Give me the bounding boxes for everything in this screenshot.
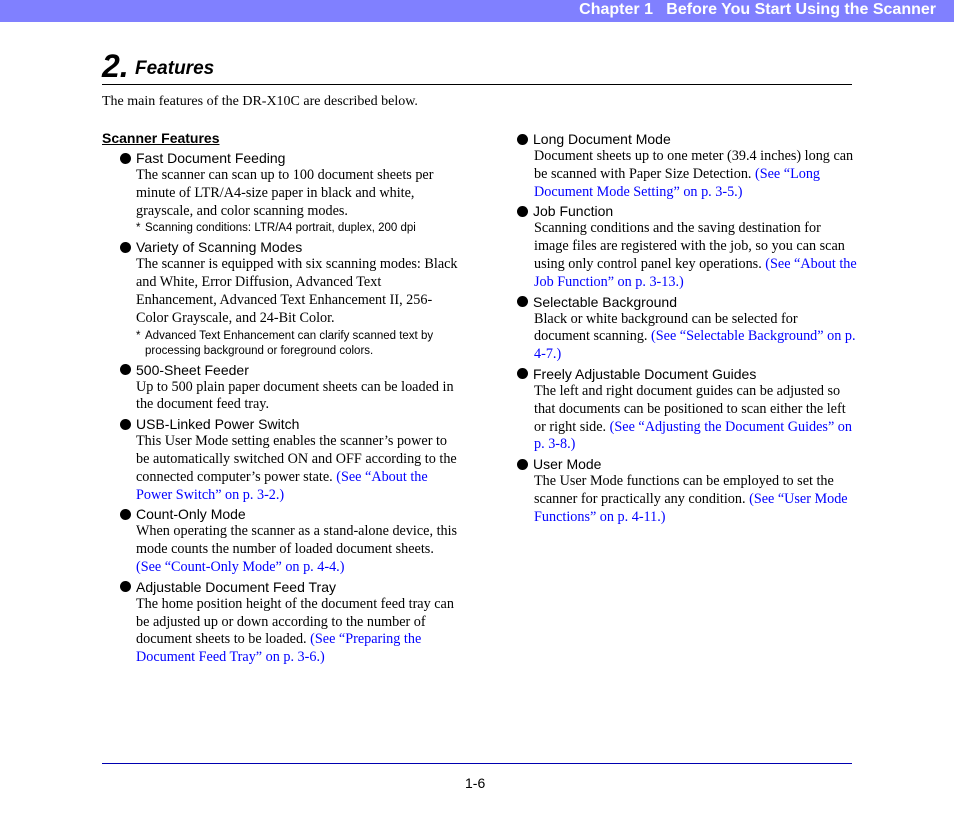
feature-description: Scanning conditions and the saving desti… xyxy=(517,220,857,291)
feature-description: When operating the scanner as a stand-al… xyxy=(102,523,462,576)
feature-heading: Selectable Background xyxy=(517,293,857,311)
feature-title: Selectable Background xyxy=(533,293,677,310)
feature-item: Fast Document Feeding The scanner can sca… xyxy=(102,149,462,236)
feature-item: Selectable Background Black or white back… xyxy=(517,293,857,364)
page-number: 1-6 xyxy=(465,775,486,791)
feature-heading: 500-Sheet Feeder xyxy=(102,361,462,379)
feature-note: * Scanning conditions: LTR/A4 portrait, d… xyxy=(102,221,462,236)
feature-item: USB-Linked Power Switch This User Mode se… xyxy=(102,415,462,504)
bullet-icon xyxy=(120,241,131,253)
feature-heading: USB-Linked Power Switch xyxy=(102,415,462,433)
feature-description: The home position height of the document… xyxy=(102,596,462,667)
feature-description: Up to 500 plain paper document sheets ca… xyxy=(102,379,462,415)
feature-title: Variety of Scanning Modes xyxy=(136,239,303,256)
feature-body-text: Up to 500 plain paper document sheets ca… xyxy=(136,378,454,413)
feature-heading: Variety of Scanning Modes xyxy=(102,238,462,256)
bullet-icon xyxy=(120,581,131,593)
feature-description: Document sheets up to one meter (39.4 in… xyxy=(517,148,857,201)
feature-description: The scanner can scan up to 100 document … xyxy=(102,167,462,220)
feature-description: The User Mode functions can be employed … xyxy=(517,473,857,526)
intro-text: The main features of the DR-X10C are des… xyxy=(102,94,418,109)
feature-title: 500-Sheet Feeder xyxy=(136,361,249,378)
feature-heading: Long Document Mode xyxy=(517,130,857,148)
bullet-icon xyxy=(120,508,131,520)
feature-body-text: When operating the scanner as a stand-al… xyxy=(136,523,458,558)
feature-description: The left and right document guides can b… xyxy=(517,383,857,454)
feature-item: Variety of Scanning Modes The scanner is … xyxy=(102,238,462,358)
feature-title: Fast Document Feeding xyxy=(136,150,286,166)
feature-title: USB-Linked Power Switch xyxy=(136,416,300,433)
feature-body-text: The scanner can scan up to 100 document … xyxy=(136,167,434,219)
feature-heading: Count-Only Mode xyxy=(102,505,462,523)
feature-item: Job Function Scanning conditions and the … xyxy=(517,202,857,291)
feature-title: Long Document Mode xyxy=(533,131,671,147)
bullet-icon xyxy=(120,364,131,376)
note-text: Advanced Text Enhancement can clarify sc… xyxy=(145,329,434,357)
feature-item: 500-Sheet Feeder Up to 500 plain paper do… xyxy=(102,361,462,415)
feature-note: * Advanced Text Enhancement can clarify s… xyxy=(102,329,462,359)
cross-reference-link[interactable]: (See “Count-Only Mode” on p. 4-4.) xyxy=(136,559,344,575)
feature-item: Count-Only Mode When operating the scanne… xyxy=(102,505,462,576)
feature-heading: Job Function xyxy=(517,202,857,220)
feature-heading: Fast Document Feeding xyxy=(102,149,462,167)
left-column: Scanner Features Fast Document Feeding Th… xyxy=(102,130,462,668)
bullet-icon xyxy=(517,205,528,217)
right-feature-list: Long Document Mode Document sheets up to … xyxy=(517,130,857,527)
scanner-features-heading: Scanner Features xyxy=(102,130,220,146)
feature-title: Freely Adjustable Document Guides xyxy=(533,365,757,382)
feature-description: Black or white background can be selecte… xyxy=(517,311,857,364)
right-column: Long Document Mode Document sheets up to … xyxy=(517,130,857,528)
feature-description: The scanner is equipped with six scannin… xyxy=(102,256,462,327)
bullet-icon xyxy=(120,418,131,430)
bullet-icon xyxy=(517,296,528,308)
note-text: Scanning conditions: LTR/A4 portrait, du… xyxy=(145,222,416,235)
bullet-icon xyxy=(517,133,528,145)
note-marker: * xyxy=(136,222,141,235)
left-feature-list: Fast Document Feeding The scanner can sca… xyxy=(102,149,462,667)
feature-title: Count-Only Mode xyxy=(136,506,246,523)
feature-heading: Freely Adjustable Document Guides xyxy=(517,365,857,383)
feature-item: Long Document Mode Document sheets up to … xyxy=(517,130,857,201)
bullet-icon xyxy=(120,152,131,164)
feature-title: Adjustable Document Feed Tray xyxy=(136,578,336,595)
note-marker: * xyxy=(136,329,141,342)
section-title: Features xyxy=(135,58,215,79)
feature-item: Freely Adjustable Document Guides The lef… xyxy=(517,365,857,454)
chapter-header-bar: Chapter 1 Before You Start Using the Sca… xyxy=(0,0,954,22)
footer-divider xyxy=(102,763,852,764)
feature-item: Adjustable Document Feed Tray The home po… xyxy=(102,578,462,667)
chapter-title: Chapter 1 Before You Start Using the Sca… xyxy=(579,1,936,18)
section-number: 2. xyxy=(102,48,129,84)
bullet-icon xyxy=(517,368,528,380)
feature-heading: User Mode xyxy=(517,455,857,473)
bullet-icon xyxy=(517,458,528,470)
feature-title: User Mode xyxy=(533,456,602,473)
feature-title: Job Function xyxy=(533,203,614,220)
feature-item: User Mode The User Mode functions can be … xyxy=(517,455,857,526)
feature-body-text: The scanner is equipped with six scannin… xyxy=(136,256,458,326)
page-heading: 2. Features xyxy=(102,48,852,85)
feature-heading: Adjustable Document Feed Tray xyxy=(102,578,462,596)
feature-description: This User Mode setting enables the scann… xyxy=(102,433,462,504)
